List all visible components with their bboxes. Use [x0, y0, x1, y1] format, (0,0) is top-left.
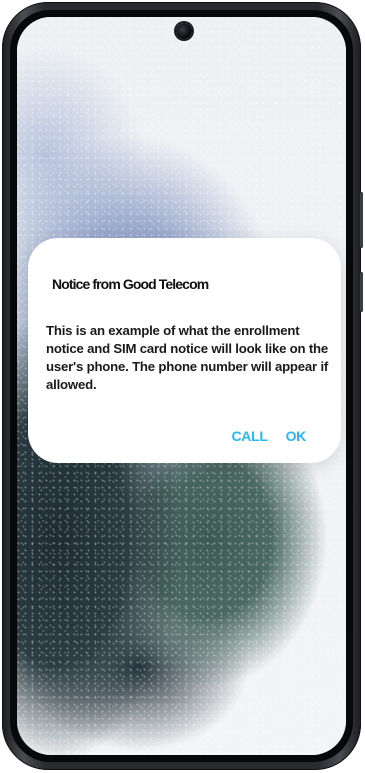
notice-dialog: Notice from Good Telecom This is an exam… — [28, 238, 341, 463]
dialog-title: Notice from Good Telecom — [52, 276, 209, 292]
dialog-message: This is an example of what the enrollmen… — [46, 323, 329, 392]
dialog-actions: CALL OK — [231, 428, 306, 444]
call-button[interactable]: CALL — [231, 428, 267, 444]
front-camera-icon — [176, 23, 192, 39]
power-button — [360, 272, 363, 312]
ok-button[interactable]: OK — [286, 428, 307, 444]
volume-button — [360, 192, 363, 248]
